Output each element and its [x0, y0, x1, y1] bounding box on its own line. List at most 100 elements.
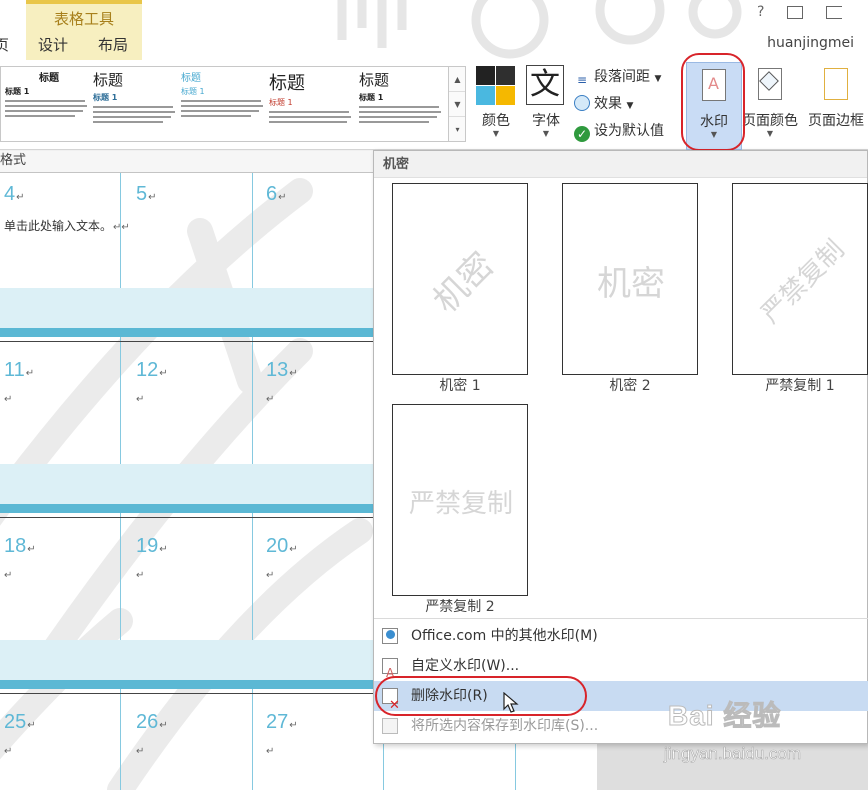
- page-color-icon: [758, 68, 782, 100]
- effects-button[interactable]: 效果 ▼: [574, 93, 633, 113]
- set-as-default-label: 设为默认值: [594, 123, 664, 139]
- calendar-day[interactable]: 11↵: [4, 359, 34, 382]
- watermark-label: 水印: [700, 114, 728, 130]
- watermark-option-confidential-1[interactable]: 机密: [392, 183, 528, 375]
- watermark-preview-text: 机密: [597, 263, 665, 304]
- calendar-day[interactable]: 6↵: [266, 183, 287, 206]
- day-number: 5: [136, 183, 148, 205]
- calendar-day[interactable]: 18↵: [4, 535, 36, 558]
- paragraph-mark-icon: ↵: [266, 746, 275, 757]
- watermark-category-header: 机密: [374, 151, 867, 178]
- paragraph-mark-icon: ↵: [159, 720, 168, 731]
- fonts-button[interactable]: 文 字体 ▼: [520, 62, 572, 150]
- document-heading: 格式: [0, 151, 380, 173]
- watermark-option-do-not-copy-2[interactable]: 严禁复制: [392, 404, 528, 596]
- paragraph-mark-icon: ↵: [159, 368, 168, 379]
- checkmark-icon: ✓: [574, 126, 590, 142]
- ribbon-background-pattern: [337, 0, 742, 59]
- paragraph-mark-icon: ↵: [25, 368, 35, 379]
- custom-watermark-icon: A: [382, 658, 398, 680]
- watermark-option-do-not-copy-1[interactable]: 严禁复制: [732, 183, 868, 375]
- help-button[interactable]: ?: [757, 4, 764, 20]
- placeholder-label: 单击此处输入文本。: [4, 219, 113, 233]
- gallery-down-icon[interactable]: ▼: [449, 92, 465, 117]
- set-as-default-button[interactable]: ✓ 设为默认值: [574, 120, 664, 142]
- day-number: 19: [136, 535, 159, 557]
- gallery-up-icon[interactable]: ▲: [449, 67, 465, 92]
- style-thumbnail[interactable]: 标题 标题 1: [5, 69, 93, 139]
- day-number: 20: [266, 535, 289, 557]
- calendar-day[interactable]: 27↵: [266, 711, 298, 734]
- mouse-pointer-icon: [503, 692, 519, 713]
- window-background-strip: [597, 744, 868, 790]
- ribbon-design-panel: 标题 标题 1 标题 标题 1 标题 标题 1 标题 标题 1 标题 标题 1 …: [0, 62, 868, 150]
- document-style-gallery[interactable]: 标题 标题 1 标题 标题 1 标题 标题 1 标题 标题 1 标题 标题 1 …: [0, 66, 466, 142]
- calendar-day[interactable]: 13↵: [266, 359, 298, 382]
- page-color-label: 页面颜色: [742, 113, 798, 129]
- style-thumbnail[interactable]: 标题 标题 1: [181, 69, 269, 139]
- placeholder-text[interactable]: 单击此处输入文本。↵↵: [4, 217, 130, 234]
- calendar-day[interactable]: 5↵: [136, 183, 157, 206]
- watermark-option-confidential-2[interactable]: 机密: [562, 183, 698, 375]
- tab-layout[interactable]: 布局: [98, 34, 128, 55]
- chevron-down-icon: ▼: [766, 129, 774, 138]
- calendar-day[interactable]: 20↵: [266, 535, 298, 558]
- custom-watermark-item[interactable]: A 自定义水印(W)...: [374, 651, 868, 681]
- style-thumbnail[interactable]: 标题 标题 1: [359, 69, 447, 139]
- style-thumb-title: 标题: [39, 73, 59, 84]
- paragraph-mark-icon: ↵: [289, 544, 298, 555]
- gallery-scrollbar[interactable]: ▲ ▼ ▾: [448, 67, 465, 141]
- save-watermark-icon: [382, 718, 398, 734]
- minimize-button[interactable]: [826, 6, 842, 19]
- calendar-day[interactable]: 19↵: [136, 535, 168, 558]
- remove-watermark-icon: ✕: [382, 688, 400, 713]
- calendar-day[interactable]: 12↵: [136, 359, 168, 382]
- paragraph-spacing-button[interactable]: ≡ 段落间距 ▼: [574, 66, 661, 88]
- style-thumb-subtitle: 标题 1: [181, 87, 205, 96]
- day-number: 25: [4, 711, 27, 733]
- watermark-caption: 机密 2: [609, 378, 651, 394]
- office-watermark-icon: [382, 628, 398, 644]
- paragraph-mark-icon: ↵: [159, 544, 168, 555]
- paragraph-mark-icon: ↵: [278, 192, 287, 203]
- effects-icon: [574, 95, 590, 111]
- style-thumb-title: 标题: [359, 71, 390, 89]
- paragraph-mark-icon: ↵: [136, 570, 145, 581]
- paragraph-mark-icon: ↵: [16, 192, 25, 203]
- effects-label: 效果: [594, 96, 622, 112]
- paragraph-mark-icon: ↵: [136, 746, 145, 757]
- more-watermarks-from-office-item[interactable]: Office.com 中的其他水印(M): [374, 621, 868, 651]
- page-borders-icon: [824, 68, 848, 100]
- save-selection-to-watermark-gallery-item: 将所选内容保存到水印库(S)...: [374, 711, 868, 741]
- day-number: 6: [266, 183, 278, 205]
- style-thumb-subtitle: 标题 1: [269, 98, 293, 107]
- calendar-day[interactable]: 25↵: [4, 711, 36, 734]
- calendar-day[interactable]: 4↵: [4, 183, 25, 206]
- page-borders-button[interactable]: 页面边框: [804, 62, 868, 150]
- tab-design[interactable]: 设计: [38, 34, 68, 55]
- watermark-preview-text: 严禁复制: [755, 234, 851, 330]
- colors-button[interactable]: 颜色 ▼: [470, 62, 522, 150]
- context-group-title: 表格工具: [53, 10, 114, 28]
- style-thumb-subtitle: 标题 1: [93, 93, 118, 102]
- paragraph-mark-icon: ↵: [27, 720, 36, 731]
- watermark-caption: 严禁复制 2: [425, 599, 495, 615]
- style-thumbnail[interactable]: 标题 标题 1: [93, 69, 181, 139]
- style-thumbnail[interactable]: 标题 标题 1: [269, 69, 357, 139]
- page-color-button[interactable]: 页面颜色 ▼: [740, 62, 800, 150]
- remove-watermark-item[interactable]: ✕ 删除水印(R): [374, 681, 868, 713]
- day-number: 11: [4, 359, 25, 381]
- style-thumb-title: 标题: [93, 71, 124, 89]
- paragraph-mark-icon: ↵: [148, 192, 157, 203]
- watermark-preview-text: 严禁复制: [408, 488, 513, 519]
- paragraph-mark-icon: ↵↵: [113, 222, 130, 233]
- paragraph-mark-icon: ↵: [266, 570, 275, 581]
- watermark-button[interactable]: A 水印 ▼: [686, 62, 742, 150]
- user-name[interactable]: huanjingmei: [767, 35, 854, 51]
- watermark-preview-text: 机密: [425, 244, 502, 321]
- tab-partial[interactable]: 页: [0, 34, 9, 55]
- gallery-more-icon[interactable]: ▾: [449, 117, 465, 141]
- ribbon-display-options-button[interactable]: [787, 6, 803, 19]
- paragraph-mark-icon: ↵: [136, 394, 145, 405]
- calendar-day[interactable]: 26↵: [136, 711, 168, 734]
